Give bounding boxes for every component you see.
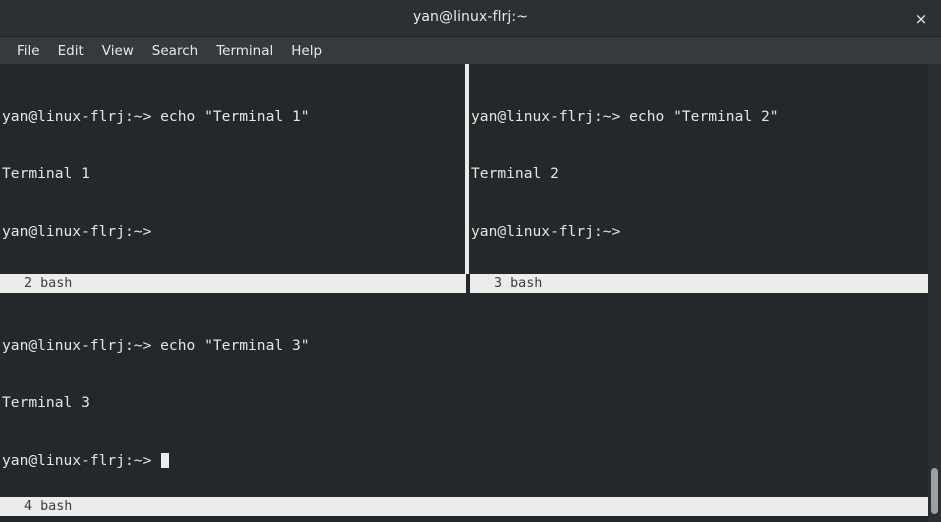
menu-item-view[interactable]: View (94, 41, 142, 61)
terminal-pane-4[interactable]: yan@linux-flrj:~> echo "Terminal 3" Term… (0, 293, 928, 497)
terminal-pane-2[interactable]: yan@linux-flrj:~> echo "Terminal 1" Term… (0, 64, 465, 274)
terminal-line: yan@linux-flrj:~> echo "Terminal 3" (2, 336, 310, 354)
menu-item-search[interactable]: Search (144, 41, 206, 61)
terminal-prompt-text: yan@linux-flrj:~> (2, 452, 161, 470)
close-icon[interactable]: × (909, 7, 933, 31)
terminal-output-2[interactable]: yan@linux-flrj:~> echo "Terminal 1" Term… (0, 64, 465, 274)
terminal-line: yan@linux-flrj:~> echo "Terminal 2" (471, 107, 779, 125)
terminal-output-3[interactable]: yan@linux-flrj:~> echo "Terminal 2" Term… (469, 64, 928, 274)
terminal-line: yan@linux-flrj:~> (2, 223, 152, 241)
menu-item-file[interactable]: File (9, 41, 48, 61)
pane-status-bar-4[interactable]: 4 bash (0, 497, 928, 516)
terminal-pane-3[interactable]: yan@linux-flrj:~> echo "Terminal 2" Term… (469, 64, 928, 274)
title-bar: yan@linux-flrj:~ × (0, 0, 941, 37)
pane-status-bar-2[interactable]: 2 bash (0, 274, 466, 293)
terminal-line: Terminal 2 (471, 165, 559, 183)
terminal-prompt-line: yan@linux-flrj:~> (2, 451, 928, 470)
vertical-scrollbar-thumb[interactable] (931, 468, 938, 514)
menu-item-help[interactable]: Help (283, 41, 330, 61)
terminal-output-4[interactable]: yan@linux-flrj:~> echo "Terminal 3" Term… (0, 293, 928, 497)
text-cursor (161, 453, 170, 469)
terminal-workspace: yan@linux-flrj:~> echo "Terminal 1" Term… (0, 64, 941, 522)
menu-bar: File Edit View Search Terminal Help (0, 37, 941, 64)
menu-item-edit[interactable]: Edit (50, 41, 92, 61)
pane-status-bar-3[interactable]: 3 bash (470, 274, 928, 293)
terminal-window: yan@linux-flrj:~ × File Edit View Search… (0, 0, 941, 522)
terminal-line: yan@linux-flrj:~> (471, 223, 621, 241)
menu-item-terminal[interactable]: Terminal (208, 41, 281, 61)
vertical-scrollbar-track[interactable] (928, 64, 941, 522)
terminal-line: Terminal 3 (2, 394, 90, 412)
window-title: yan@linux-flrj:~ (412, 9, 529, 25)
terminal-line: Terminal 1 (2, 165, 90, 183)
terminal-line: yan@linux-flrj:~> echo "Terminal 1" (2, 107, 310, 125)
